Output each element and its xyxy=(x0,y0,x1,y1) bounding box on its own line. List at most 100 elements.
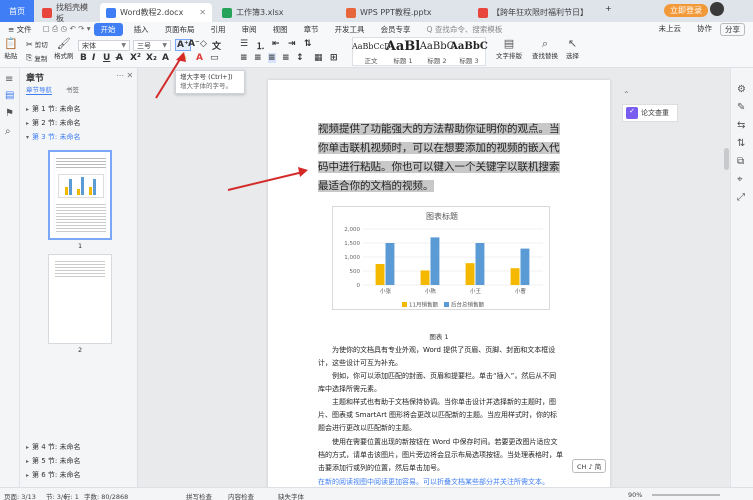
body-paragraph[interactable]: 使用在需要位置出现的新按钮在 Word 中保存时间。若要更改图片适应文档的方式，… xyxy=(318,436,563,475)
plagiarism-check-button[interactable]: ✓ 论文查重 xyxy=(622,104,678,122)
page-thumbnail-1[interactable] xyxy=(48,150,112,240)
font-color-icon[interactable]: A xyxy=(196,53,203,63)
input-method-badge[interactable]: CH ♪ 简 xyxy=(572,459,607,473)
bar-chart: 图表标题 0 500 1,000 1,500 2,000 小张 小陈 小王 小曹 11月销售额 后台总… xyxy=(344,211,543,309)
menu-sections[interactable]: 章节 xyxy=(296,24,327,35)
menu-icon[interactable]: ≡ xyxy=(5,74,13,85)
tab-chapter-nav[interactable]: 章节导航 xyxy=(26,84,52,95)
align-left-icon[interactable]: ≡ xyxy=(240,53,248,63)
body-paragraph[interactable]: 主题和样式也有助于文档保持协调。当你单击设计并选择新的主题时，图片、图表或 Sm… xyxy=(318,396,563,435)
selected-paragraph[interactable]: 视频提供了功能强大的方法帮助你证明你的观点。当你单击联机视频时，可以在想要添加的… xyxy=(318,120,563,196)
panel-options-icon[interactable]: ⋯ ✕ xyxy=(116,71,133,80)
menu-references[interactable]: 引用 xyxy=(203,24,234,35)
section-item[interactable]: ▸ 第 6 节: 未命名 xyxy=(26,470,81,480)
tab-docer-templates[interactable]: 找稻壳模板 xyxy=(36,3,100,23)
section-item[interactable]: ▸ 第 2 节: 未命名 xyxy=(26,118,81,128)
style-heading-3[interactable]: AaBbC 标题 3 xyxy=(450,39,488,65)
sliders-icon[interactable]: ⇅ xyxy=(737,138,745,149)
spell-check-button[interactable]: 拼写检查 xyxy=(186,491,212,500)
login-button[interactable]: 立即登录 xyxy=(664,4,708,17)
section-item[interactable]: ▸ 第 5 节: 未命名 xyxy=(26,456,81,466)
menu-view[interactable]: 视图 xyxy=(265,24,296,35)
body-paragraph[interactable]: 为使你的文档具有专业外观，Word 提供了页眉、页脚、封面和文本框设计，这些设计… xyxy=(318,344,563,370)
char-border-icon[interactable]: ▭ xyxy=(210,53,219,63)
clear-format-icon[interactable]: ◇ xyxy=(200,39,207,49)
zoom-slider[interactable] xyxy=(652,494,720,496)
section-item[interactable]: ▸ 第 1 节: 未命名 xyxy=(26,104,81,114)
section-item-current[interactable]: ▾ 第 3 节: 未命名 xyxy=(26,132,81,142)
align-center-icon[interactable]: ≡ xyxy=(254,53,262,63)
bookmark-icon[interactable]: ⚑ xyxy=(5,108,14,119)
menu-page-layout[interactable]: 页面布局 xyxy=(157,24,203,35)
cloud-status[interactable]: 未上云 xyxy=(651,23,690,36)
indent-icon[interactable]: ⇤ xyxy=(272,39,280,49)
text-layout-button[interactable]: ▤ 文字排版 xyxy=(496,38,522,61)
body-paragraph[interactable]: 例如，你可以添加匹配的封面、页眉和提要栏。单击“插入”，然后从不同库中选择所需元… xyxy=(318,370,563,396)
share-button[interactable]: 分享 xyxy=(720,22,745,36)
chapter-icon[interactable]: ▤ xyxy=(5,90,14,101)
bold-icon[interactable]: B xyxy=(80,53,87,63)
collapse-icon[interactable]: ⌃ xyxy=(623,90,630,99)
pinyin-icon[interactable]: 文 xyxy=(212,39,221,52)
find-replace-button[interactable]: ⌕ 查找替换 xyxy=(532,38,558,61)
command-search[interactable]: Q 查找命令、搜索模板 xyxy=(419,24,511,35)
content-check-button[interactable]: 内容检查 xyxy=(228,491,254,500)
vertical-scrollbar[interactable] xyxy=(724,148,729,170)
numbering-icon[interactable]: ⒈ xyxy=(256,39,265,52)
sort-icon[interactable]: ⇅ xyxy=(304,39,312,49)
new-tab-button[interactable]: + xyxy=(605,4,612,13)
page-thumbnail-2[interactable] xyxy=(48,254,112,344)
adjust-icon[interactable]: ⚙ xyxy=(737,84,746,95)
strikethrough-icon[interactable]: A̶ xyxy=(116,53,123,63)
file-menu[interactable]: ≡ 文件 xyxy=(0,24,40,35)
align-right-icon[interactable]: ≡ xyxy=(282,53,290,63)
style-label: 标题 3 xyxy=(459,57,479,65)
superscript-icon[interactable]: X² xyxy=(130,53,141,63)
menu-start[interactable]: 开始 xyxy=(93,22,123,36)
tab-workbook[interactable]: 工作簿3.xlsx xyxy=(216,3,336,22)
shading-icon[interactable]: ▦ xyxy=(314,53,323,63)
layers-icon[interactable]: ⧉ xyxy=(737,156,744,167)
copy-button[interactable]: ⎘ 复制 xyxy=(26,53,47,63)
quick-access-toolbar[interactable]: ▢ ⎙ ◷ ↶ ↷ ▾ xyxy=(40,24,94,34)
location-icon[interactable]: ⌖ xyxy=(737,174,743,185)
outdent-icon[interactable]: ⇥ xyxy=(288,39,296,49)
avatar[interactable] xyxy=(710,2,724,16)
section-item[interactable]: ▸ 第 4 节: 未命名 xyxy=(26,442,81,452)
line-spacing-icon[interactable]: ↕ xyxy=(296,53,304,63)
style-heading-1[interactable]: AaBl 标题 1 xyxy=(384,39,422,65)
menu-member[interactable]: 会员专享 xyxy=(373,24,419,35)
bullets-icon[interactable]: ☰ xyxy=(240,39,248,49)
arrange-icon[interactable]: ⇆ xyxy=(737,120,745,131)
collaborate-button[interactable]: 协作 xyxy=(689,23,720,36)
menu-insert[interactable]: 插入 xyxy=(126,24,157,35)
word-count[interactable]: 字数: 80/2868 xyxy=(84,491,128,500)
home-tab[interactable]: 首页 xyxy=(0,0,34,22)
tab-promo[interactable]: 【跨年狂欢限时福利节日】 xyxy=(472,3,600,22)
underline-icon[interactable]: U xyxy=(103,53,110,63)
border-icon[interactable]: ⊞ xyxy=(330,53,338,63)
page-indicator[interactable]: 页面: 3/13 xyxy=(4,491,36,500)
justify-icon[interactable]: ≡ xyxy=(268,53,276,63)
reading-view-hint[interactable]: 在新的阅读视图中阅读更加容易。可以折叠文档某些部分并关注所需文本。 xyxy=(318,476,563,487)
expand-icon[interactable]: ⤢ xyxy=(737,192,745,203)
missing-font-button[interactable]: 缺失字体 xyxy=(278,491,304,500)
tab-word-document[interactable]: Word教程2.docx ✕ xyxy=(100,3,212,22)
tab-bookmarks[interactable]: 书签 xyxy=(66,84,79,94)
pen-icon[interactable]: ✎ xyxy=(737,102,745,113)
zoom-level[interactable]: 90% xyxy=(628,491,642,499)
format-painter-button[interactable]: 🖌 格式刷 xyxy=(54,38,74,61)
tab-ppt[interactable]: WPS PPT教程.pptx xyxy=(340,3,468,22)
menu-review[interactable]: 审阅 xyxy=(234,24,265,35)
select-button[interactable]: ↖ 选择 xyxy=(566,38,579,61)
menu-developer[interactable]: 开发工具 xyxy=(327,24,373,35)
close-tab-icon[interactable]: ✕ xyxy=(199,8,206,17)
cut-button[interactable]: ✂ 剪切 xyxy=(26,39,48,50)
paste-button[interactable]: 📋 粘贴 xyxy=(4,38,18,61)
search-icon[interactable]: ⌕ xyxy=(5,126,11,137)
italic-icon[interactable]: I xyxy=(92,53,95,63)
font-name-select[interactable]: 宋体 ▼ xyxy=(78,40,130,51)
chart-frame[interactable]: 图表标题 0 500 1,000 1,500 2,000 小张 小陈 小王 小曹 11月销售额 后台总… xyxy=(332,206,550,310)
shrink-font-icon[interactable]: A⁻ xyxy=(188,39,200,49)
document-page[interactable]: 视频提供了功能强大的方法帮助你证明你的观点。当你单击联机视频时，可以在想要添加的… xyxy=(268,80,610,487)
